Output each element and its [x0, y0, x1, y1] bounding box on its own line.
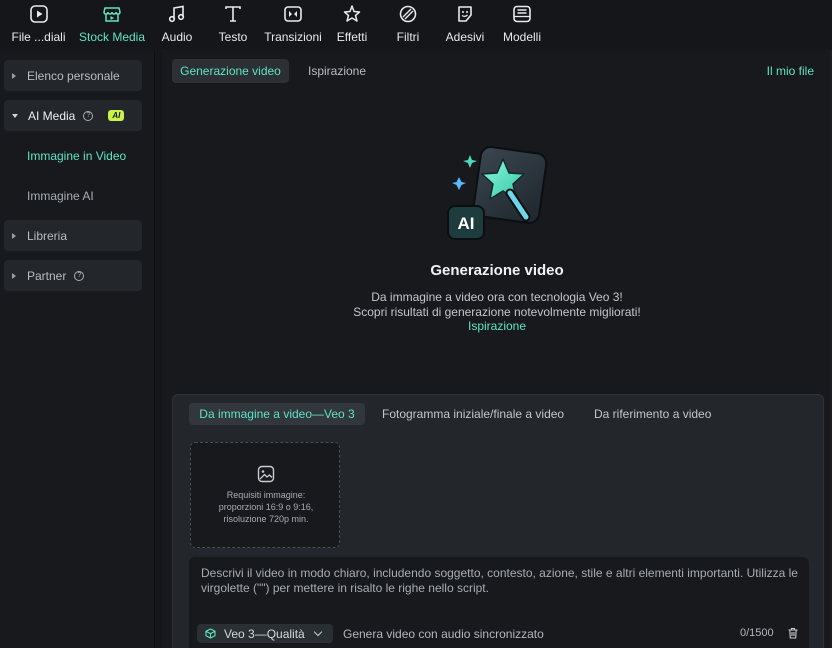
inspiration-link[interactable]: Ispirazione	[162, 319, 832, 333]
toolbar-effects[interactable]: Effetti	[327, 0, 377, 50]
toolbar-stock-media-label: Stock Media	[78, 30, 146, 44]
character-counter: 0/1500	[740, 627, 774, 639]
toolbar-templates-label: Modelli	[502, 30, 541, 44]
sidebar-item-library[interactable]: Libreria	[4, 220, 142, 251]
sidebar-item-label: Partner	[27, 268, 67, 283]
help-icon[interactable]: ?	[83, 110, 94, 121]
model-select[interactable]: Veo 3—Qualità	[197, 624, 333, 643]
chevron-right-icon	[12, 232, 16, 239]
hero-description-line1: Da immagine a video ora con tecnologia V…	[371, 290, 623, 304]
generation-panel: Da immagine a video—Veo 3 Fotogramma ini…	[172, 394, 824, 648]
toolbar-stock-media[interactable]: Stock Media	[77, 0, 147, 50]
toolbar-stickers-label: Adesivi	[445, 30, 485, 44]
sidebar: Elenco personale AI Media ? AI Immagine …	[0, 50, 155, 648]
templates-icon	[511, 3, 533, 25]
sidebar-item-label: AI Media	[28, 108, 76, 123]
model-select-label: Veo 3—Qualità	[224, 626, 305, 641]
chevron-right-icon	[12, 72, 16, 79]
toolbar-transitions[interactable]: Transizioni	[259, 0, 327, 50]
ai-icon-text: AI	[458, 214, 475, 233]
tab-video-generation[interactable]: Generazione video	[172, 59, 289, 83]
toolbar-media-label: File ...diali	[11, 30, 66, 44]
media-icon	[28, 3, 50, 25]
sidebar-item-label: Elenco personale	[27, 68, 120, 83]
main-panel: Generazione video Ispirazione Il mio fil…	[162, 50, 832, 648]
sidebar-item-personal[interactable]: Elenco personale	[4, 60, 142, 91]
text-icon	[222, 3, 244, 25]
chevron-right-icon	[12, 272, 16, 279]
image-icon	[257, 465, 275, 483]
toolbar-media[interactable]: File ...diali	[0, 0, 77, 50]
sidebar-subitem-ai-image[interactable]: Immagine AI	[27, 189, 94, 203]
mode-tab-reference[interactable]: Da riferimento a video	[594, 403, 711, 425]
ai-magic-wand-icon: AI	[447, 146, 547, 240]
sidebar-item-label: Libreria	[27, 228, 68, 243]
sidebar-item-ai-media[interactable]: AI Media ? AI	[4, 100, 142, 131]
prompt-placeholder[interactable]: Descrivi il video in modo chiaro, includ…	[201, 566, 801, 596]
trash-icon[interactable]	[787, 627, 799, 639]
top-toolbar: File ...diali Stock Media Audio Testo Tr…	[0, 0, 832, 50]
audio-sync-label: Genera video con audio sincronizzato	[343, 627, 544, 641]
sidebar-item-partner[interactable]: Partner ?	[4, 260, 142, 291]
hero-description-line2: Scopri risultati di generazione notevolm…	[353, 305, 641, 319]
sidebar-subitem-image-to-video[interactable]: Immagine in Video	[27, 149, 126, 163]
toolbar-audio-label: Audio	[161, 30, 193, 44]
transitions-icon	[282, 3, 304, 25]
upload-requirement-line: Requisiti immagine:	[226, 490, 306, 500]
music-icon	[166, 3, 188, 25]
toolbar-transitions-label: Transizioni	[264, 30, 322, 44]
toolbar-effects-label: Effetti	[336, 30, 368, 44]
upload-requirement-line: proporzioni 16:9 o 9:16,	[218, 502, 314, 512]
help-icon[interactable]: ?	[74, 270, 85, 281]
toolbar-filters-label: Filtri	[396, 30, 420, 44]
stickers-icon	[454, 3, 476, 25]
toolbar-text[interactable]: Testo	[207, 0, 259, 50]
chevron-down-icon	[313, 627, 322, 636]
toolbar-stickers[interactable]: Adesivi	[439, 0, 491, 50]
ai-badge: AI	[108, 110, 125, 121]
chevron-down-icon	[12, 113, 18, 118]
tab-inspiration[interactable]: Ispirazione	[308, 64, 366, 78]
toolbar-templates[interactable]: Modelli	[491, 0, 553, 50]
stock-media-icon	[101, 3, 123, 25]
cube-icon	[205, 628, 216, 639]
toolbar-audio[interactable]: Audio	[147, 0, 207, 50]
upload-requirements: Requisiti immagine: proporzioni 16:9 o 9…	[191, 489, 341, 525]
toolbar-filters[interactable]: Filtri	[377, 0, 439, 50]
toolbar-text-label: Testo	[218, 30, 248, 44]
mode-tab-image-to-video[interactable]: Da immagine a video—Veo 3	[189, 403, 365, 425]
filters-icon	[397, 3, 419, 25]
hero-title: Generazione video	[430, 262, 564, 279]
prompt-area[interactable]: Descrivi il video in modo chiaro, includ…	[189, 557, 809, 648]
effects-icon	[341, 3, 363, 25]
upload-requirement-line: risoluzione 720p min.	[223, 514, 309, 524]
mode-tab-first-last-frame[interactable]: Fotogramma iniziale/finale a video	[382, 403, 564, 425]
my-files-link[interactable]: Il mio file	[767, 64, 814, 78]
image-upload-area[interactable]: Requisiti immagine: proporzioni 16:9 o 9…	[190, 442, 340, 548]
